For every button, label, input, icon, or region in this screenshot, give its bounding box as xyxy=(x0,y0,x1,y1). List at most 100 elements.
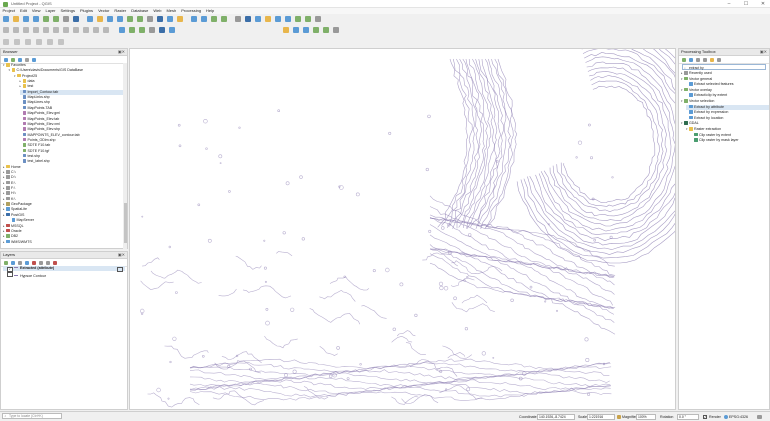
options-icon[interactable] xyxy=(717,57,721,62)
browser-scrollbar-thumb[interactable] xyxy=(123,203,127,243)
toolbox-group[interactable]: ▾ Raster extraction xyxy=(686,127,769,132)
browser-item[interactable]: MapLines.shp xyxy=(20,100,124,105)
browser-item[interactable]: SDTE F10.tab xyxy=(20,143,124,148)
python-plugin-icon[interactable] xyxy=(293,27,299,33)
browser-item[interactable]: MapLinks.shp xyxy=(20,95,124,100)
add-mesh-icon[interactable] xyxy=(25,39,31,45)
browser-item[interactable]: MapServer xyxy=(9,218,124,223)
toolbox-group[interactable]: ▾ GDAL xyxy=(681,121,769,126)
copy-icon[interactable] xyxy=(73,27,79,33)
browser-item[interactable]: ▸ PostGIS xyxy=(3,212,123,218)
messages-icon[interactable] xyxy=(757,414,762,419)
undo-icon[interactable] xyxy=(93,27,99,33)
map-canvas[interactable] xyxy=(129,23,704,410)
browser-item[interactable]: ▸ GeoPackage xyxy=(3,202,123,207)
browser-item[interactable]: test.shp xyxy=(20,153,124,159)
save-as-icon[interactable] xyxy=(33,16,39,22)
toggle-editing-icon[interactable] xyxy=(13,27,19,33)
new-print-layout-icon[interactable] xyxy=(43,16,49,22)
browser-item[interactable]: ▾ Project25 xyxy=(14,73,123,79)
toolbox-search-input[interactable]: ⌕ extract by xyxy=(682,64,766,70)
panel-float-close-icon[interactable]: ▣✕ xyxy=(118,49,125,55)
browser-item[interactable]: ▸ data xyxy=(20,79,124,84)
pan-icon[interactable] xyxy=(87,16,93,22)
crs-globe-icon[interactable] xyxy=(724,414,728,419)
browser-item[interactable]: ▸ K:\ xyxy=(3,196,123,202)
label-change-icon[interactable] xyxy=(169,27,175,33)
rotation-field[interactable]: 0.0 ° xyxy=(677,414,699,420)
lock-scale-icon[interactable] xyxy=(617,414,621,419)
open-project-icon[interactable] xyxy=(13,16,19,22)
layer-item[interactable]: ✓ Extracted (attribute) xyxy=(3,266,125,272)
open-layer-styling-icon[interactable] xyxy=(4,260,8,265)
browser-item[interactable]: ▸ D:\ xyxy=(3,175,123,180)
new-project-icon[interactable] xyxy=(3,16,9,22)
digitize-icon[interactable] xyxy=(3,27,9,33)
filter-legend-icon[interactable] xyxy=(25,260,29,265)
refresh-icon[interactable] xyxy=(221,16,227,22)
history-icon[interactable] xyxy=(696,57,700,62)
add-raster-icon[interactable] xyxy=(14,39,20,45)
refresh-icon[interactable] xyxy=(11,57,15,62)
toolbox-algorithm[interactable]: Clip raster by extent xyxy=(691,132,769,138)
browser-item[interactable]: ▾ C:\Users\davis\Documents\GIS DataBase xyxy=(9,68,124,73)
browser-item[interactable]: SDTE F10.tgf xyxy=(20,148,124,154)
save-project-icon[interactable] xyxy=(23,16,29,22)
toolbox-algorithm[interactable]: Extract by attribute xyxy=(686,104,769,110)
add-selected-icon[interactable] xyxy=(4,57,8,62)
deselect-icon[interactable] xyxy=(255,16,261,22)
label-rotate-icon[interactable] xyxy=(159,27,165,33)
browser-item[interactable]: test_label.shp xyxy=(20,159,124,164)
minimize-button[interactable]: – xyxy=(725,1,733,7)
label-pin-icon[interactable] xyxy=(129,27,135,33)
toolbox-algorithm[interactable]: Clip raster by mask layer xyxy=(691,138,769,143)
add-feature-icon[interactable] xyxy=(33,27,39,33)
remove-layer-icon[interactable] xyxy=(53,260,57,265)
diagram-icon[interactable] xyxy=(283,27,289,33)
label-show-icon[interactable] xyxy=(139,27,145,33)
osm-icon[interactable] xyxy=(323,27,329,33)
browser-item[interactable]: MapPoints_Elev.xml xyxy=(20,121,124,127)
zoom-selection-icon[interactable] xyxy=(137,16,143,22)
add-delimited-icon[interactable] xyxy=(36,39,42,45)
redo-icon[interactable] xyxy=(103,27,109,33)
toolbox-group[interactable]: ▾ Vector overlay xyxy=(681,87,769,93)
toolbox-algorithm[interactable]: Extract by expression xyxy=(686,110,769,115)
help-icon[interactable] xyxy=(333,27,339,33)
map-tips-icon[interactable] xyxy=(305,16,311,22)
measure-icon[interactable] xyxy=(295,16,301,22)
browser-item[interactable]: ▸ E:\ xyxy=(3,180,123,186)
save-edits-icon[interactable] xyxy=(23,27,29,33)
select-icon[interactable] xyxy=(245,16,251,22)
locator-search-input[interactable]: ⌕ Type to locate (Ctrl+K) xyxy=(2,413,62,419)
toolbox-algorithm[interactable]: Extract/clip by extent xyxy=(686,93,769,98)
zoom-in-icon[interactable] xyxy=(107,16,113,22)
zoom-last-icon[interactable] xyxy=(167,16,173,22)
label-move-icon[interactable] xyxy=(149,27,155,33)
toolbox-group[interactable]: ▸ Recently used xyxy=(681,71,769,76)
expand-all-icon[interactable] xyxy=(39,260,43,265)
scripts-icon[interactable] xyxy=(689,57,693,62)
browser-item[interactable]: ▸ SpatiaLite xyxy=(3,207,123,212)
scale-field[interactable]: 1:221916 xyxy=(587,414,615,420)
add-wms-icon[interactable] xyxy=(58,39,64,45)
open-attribute-table-icon[interactable] xyxy=(265,16,271,22)
browser-item[interactable]: ▸ Oracle xyxy=(3,228,123,234)
toolbox-algorithm[interactable]: Extract selected features xyxy=(686,82,769,87)
toolbox-group[interactable]: ▾ Vector selection xyxy=(681,99,769,104)
edit-features-in-place-icon[interactable] xyxy=(710,57,714,62)
collapse-all-icon[interactable] xyxy=(46,260,50,265)
toolbox-group[interactable]: ▾ Vector general xyxy=(681,76,769,82)
vertex-tool-icon[interactable] xyxy=(43,27,49,33)
browser-item[interactable]: ▸ Home xyxy=(3,164,123,170)
browser-item[interactable]: MapPoints_Elev.shp xyxy=(20,127,124,132)
browser-item[interactable]: ▾ Favorites xyxy=(3,63,123,68)
zoom-full-icon[interactable] xyxy=(127,16,133,22)
pan-to-selection-icon[interactable] xyxy=(97,16,103,22)
browser-item[interactable]: ▸ DB2 xyxy=(3,234,123,239)
weather-icon[interactable] xyxy=(313,27,319,33)
crs-label[interactable]: EPSG:4326 xyxy=(729,415,748,419)
browser-item[interactable]: ▸ C:\ xyxy=(3,170,123,175)
render-checkbox[interactable]: ✓ xyxy=(703,414,707,419)
browser-item[interactable]: MapPoints.TAB xyxy=(20,105,124,111)
